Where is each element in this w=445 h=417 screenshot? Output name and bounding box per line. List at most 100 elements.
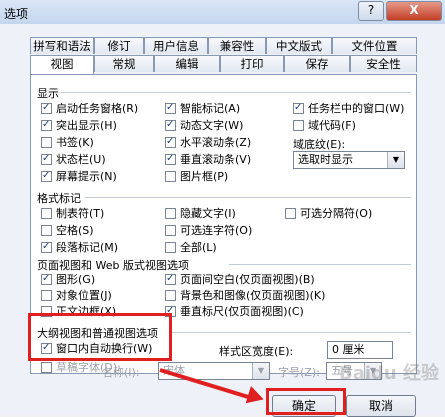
checkbox-box [293, 120, 304, 131]
checkbox-bookmarks[interactable]: 书签(K) [41, 136, 94, 150]
tab-print[interactable]: 打印 [220, 55, 284, 72]
checkbox-optional-hyphens[interactable]: 可选连字符(O) [165, 224, 252, 238]
checkbox-label: 图形(G) [56, 273, 96, 286]
checkbox-label: 可选分隔符(O) [300, 207, 373, 220]
checkbox-label: 智能标记(A) [180, 102, 241, 115]
options-dialog: 选项 ? X 拼写和语法 修订 用户信息 兼容性 中文版式 文件位置 视图 常规… [0, 0, 445, 417]
checkbox-label: 任务栏中的窗口(W) [308, 102, 405, 115]
checkbox-object-anchors[interactable]: 对象位置(J) [41, 289, 112, 303]
checkbox-label: 水平滚动条(Z) [180, 136, 252, 149]
tab-file-locations[interactable]: 文件位置 [332, 37, 417, 54]
chevron-down-icon[interactable]: ▼ [387, 152, 404, 168]
help-button[interactable]: ? [358, 1, 384, 21]
checkbox-box [41, 152, 52, 165]
checkbox-label: 域代码(F) [308, 119, 356, 132]
checkbox-drawings[interactable]: 图形(G) [41, 272, 96, 287]
chevron-down-icon[interactable]: ▼ [252, 363, 269, 379]
tab-compatibility[interactable]: 兼容性 [208, 37, 266, 54]
checkbox-box [41, 240, 52, 253]
watermark: Baidu 经验 [338, 363, 439, 384]
checkbox-box [165, 290, 176, 301]
checkbox-label: 突出显示(H) [56, 119, 117, 132]
annotation-arrow-head [245, 386, 267, 408]
title-bar: 选项 ? X [0, 0, 445, 24]
checkbox-vertical-ruler[interactable]: 垂直标尺(仅页面视图)(C) [165, 304, 304, 319]
checkbox-box [41, 169, 52, 182]
draft-font-name-select[interactable]: 宋体 ▼ [158, 362, 270, 380]
field-shading-select[interactable]: 选取时显示 ▼ [293, 151, 405, 169]
checkbox-label: 制表符(T) [56, 207, 105, 220]
separator [229, 264, 411, 265]
tab-save[interactable]: 保存 [284, 55, 350, 72]
tab-general[interactable]: 常规 [94, 55, 154, 72]
checkbox-windows-in-taskbar[interactable]: 任务栏中的窗口(W) [293, 101, 405, 116]
close-button[interactable]: X [386, 1, 442, 21]
tab-view[interactable]: 视图 [30, 55, 94, 74]
separator [85, 197, 411, 198]
dialog-title: 选项 [4, 7, 29, 21]
checkbox-box [165, 118, 176, 131]
tab-asian-typography[interactable]: 中文版式 [266, 37, 332, 54]
tab-security[interactable]: 安全性 [350, 55, 417, 72]
checkbox-box [41, 272, 52, 285]
checkbox-white-space-between-pages[interactable]: 页面间空白(仅页面视图)(B) [165, 272, 315, 287]
checkbox-label: 可选连字符(O) [180, 224, 253, 237]
draft-font-size-label: 字号(Z): [278, 366, 320, 379]
checkbox-label: 状态栏(U) [56, 153, 106, 166]
checkbox-box [41, 137, 52, 148]
web-section-title: 页面视图和 Web 版式视图选项 [37, 259, 189, 272]
checkbox-spaces[interactable]: 空格(S) [41, 224, 94, 238]
checkbox-paragraph-marks[interactable]: 段落标记(M) [41, 240, 118, 255]
checkbox-box [41, 101, 52, 114]
checkbox-optional-breaks[interactable]: 可选分隔符(O) [285, 207, 372, 221]
checkbox-box [165, 272, 176, 285]
checkbox-box [165, 242, 176, 253]
checkbox-horizontal-scrollbar[interactable]: 水平滚动条(Z) [165, 135, 252, 150]
checkbox-smart-tags[interactable]: 智能标记(A) [165, 101, 241, 116]
checkbox-box [41, 290, 52, 301]
checkbox-box [41, 118, 52, 131]
checkbox-vertical-scrollbar[interactable]: 垂直滚动条(V) [165, 152, 252, 167]
checkbox-label: 页面间空白(仅页面视图)(B) [180, 273, 315, 286]
checkbox-animated-text[interactable]: 动态文字(W) [165, 118, 243, 133]
checkbox-box [165, 101, 176, 114]
checkbox-highlight[interactable]: 突出显示(H) [41, 118, 117, 133]
checkbox-box [165, 152, 176, 165]
checkbox-label: 图片框(P) [180, 170, 229, 183]
checkbox-box [41, 225, 52, 236]
separator [61, 92, 411, 93]
checkbox-screentips[interactable]: 屏幕提示(N) [41, 169, 117, 184]
checkbox-tab-characters[interactable]: 制表符(T) [41, 207, 104, 221]
checkbox-picture-placeholders[interactable]: 图片框(P) [165, 170, 228, 184]
tab-edit[interactable]: 编辑 [154, 55, 220, 72]
checkbox-status-bar[interactable]: 状态栏(U) [41, 152, 106, 167]
checkbox-label: 启动任务窗格(R) [56, 102, 139, 115]
checkbox-label: 屏幕提示(N) [56, 170, 117, 183]
checkbox-field-codes[interactable]: 域代码(F) [293, 119, 356, 133]
checkbox-all-marks[interactable]: 全部(L) [165, 241, 217, 255]
checkbox-hidden-text[interactable]: 隐藏文字(I) [165, 207, 236, 221]
draft-font-name-label: 名称(I): [102, 366, 140, 379]
checkbox-box [165, 135, 176, 148]
checkbox-box [41, 208, 52, 219]
style-area-width-input[interactable]: 0 厘米 [327, 341, 393, 359]
checkbox-startup-task-pane[interactable]: 启动任务窗格(R) [41, 101, 139, 116]
checkbox-label: 背景色和图像(仅页面视图)(K) [180, 289, 326, 302]
annotation-box-outline-options [28, 313, 172, 361]
field-shading-value: 选取时显示 [298, 153, 353, 166]
tab-spelling[interactable]: 拼写和语法 [30, 37, 94, 54]
display-section-title: 显示 [37, 87, 59, 100]
checkbox-label: 垂直滚动条(V) [180, 153, 252, 166]
tab-revisions[interactable]: 修订 [94, 37, 144, 54]
cancel-button[interactable]: 取消 [346, 395, 416, 417]
annotation-box-ok-button [266, 388, 346, 415]
checkbox-background-colors[interactable]: 背景色和图像(仅页面视图)(K) [165, 289, 325, 303]
tab-user-info[interactable]: 用户信息 [144, 37, 208, 54]
checkbox-label: 空格(S) [56, 224, 94, 237]
checkbox-box [293, 101, 304, 114]
style-area-width-value: 0 厘米 [332, 343, 365, 356]
checkbox-label: 书签(K) [56, 136, 94, 149]
checkbox-label: 全部(L) [180, 241, 217, 254]
checkbox-label: 垂直标尺(仅页面视图)(C) [180, 305, 304, 318]
checkbox-box [285, 208, 296, 219]
